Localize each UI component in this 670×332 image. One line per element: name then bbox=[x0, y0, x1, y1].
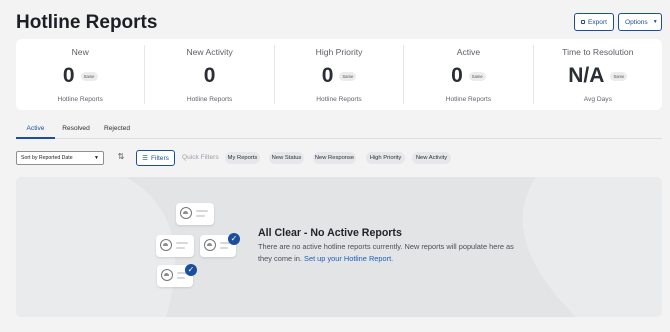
filters-button[interactable]: ☰ Filters bbox=[136, 150, 175, 166]
export-button[interactable]: Export bbox=[574, 13, 614, 31]
filter-icon: ☰ bbox=[142, 155, 148, 162]
stats-panel: New 0 Same Hotline Reports New Activity … bbox=[16, 39, 662, 110]
stat-sub: Hotline Reports bbox=[186, 96, 233, 103]
checkmark-icon: ✓ bbox=[185, 264, 197, 276]
setup-hotline-link[interactable]: Set up your Hotline Report. bbox=[304, 254, 393, 263]
user-avatar-icon bbox=[161, 269, 173, 281]
stat-value: 0 bbox=[321, 64, 334, 87]
sort-select[interactable]: Sort by Reported Date ▼ bbox=[16, 151, 104, 165]
tab-resolved[interactable]: Resolved bbox=[56, 120, 96, 139]
tab-rejected[interactable]: Rejected bbox=[98, 120, 136, 139]
stat-label: Time to Resolution bbox=[562, 47, 634, 57]
stat-time-to-resolution: Time to Resolution N/A Same Avg Days bbox=[534, 45, 662, 104]
empty-state-panel: ✓ ✓ All Clear - No Active Reports There … bbox=[16, 177, 662, 317]
checkmark-icon: ✓ bbox=[228, 233, 240, 245]
stat-sub: Avg Days bbox=[583, 96, 612, 103]
stat-value: 0 bbox=[62, 64, 75, 87]
user-avatar-icon bbox=[204, 239, 216, 251]
user-avatar-icon bbox=[180, 207, 192, 219]
stat-label: High Priority bbox=[315, 47, 363, 57]
page-title: Hotline Reports bbox=[16, 12, 158, 33]
stat-active: Active 0 Same Hotline Reports bbox=[404, 45, 534, 104]
chip-new-activity[interactable]: New Activity bbox=[412, 152, 451, 164]
stat-value: 0 bbox=[451, 64, 463, 87]
empty-state-title: All Clear - No Active Reports bbox=[258, 227, 402, 239]
options-button[interactable]: Options ▼ bbox=[618, 13, 662, 31]
illustration-card bbox=[176, 203, 214, 225]
illustration-card bbox=[156, 235, 194, 257]
stat-sub: Hotline Reports bbox=[445, 96, 492, 103]
export-label: Export bbox=[587, 18, 607, 26]
stat-badge: Same bbox=[80, 71, 98, 81]
stat-label: New Activity bbox=[186, 47, 233, 57]
stat-value: 0 bbox=[203, 64, 216, 87]
sort-direction-icon[interactable]: ⇅ bbox=[116, 152, 126, 164]
stat-value: N/A bbox=[568, 64, 605, 87]
stat-label: Active bbox=[456, 47, 481, 57]
chip-high-priority[interactable]: High Priority bbox=[366, 152, 405, 164]
stat-label: New bbox=[71, 47, 89, 57]
stat-new-activity: New Activity 0 Hotline Reports bbox=[145, 45, 275, 104]
empty-state-description: There are no active hotline reports curr… bbox=[258, 241, 528, 264]
chip-new-status[interactable]: New Status bbox=[269, 152, 304, 164]
sort-select-value: Sort by Reported Date bbox=[21, 155, 73, 161]
chevron-down-icon: ▼ bbox=[652, 19, 658, 25]
stat-sub: Hotline Reports bbox=[316, 96, 362, 103]
filters-label: Filters bbox=[150, 154, 169, 162]
chip-my-reports[interactable]: My Reports bbox=[225, 152, 260, 164]
user-avatar-icon bbox=[160, 239, 172, 251]
tab-active[interactable]: Active bbox=[16, 120, 55, 139]
stat-sub: Hotline Reports bbox=[57, 96, 103, 103]
options-label: Options bbox=[625, 18, 648, 26]
stat-badge: Same bbox=[339, 71, 357, 81]
stat-badge: Same bbox=[610, 71, 628, 81]
stat-new: New 0 Same Hotline Reports bbox=[16, 45, 146, 104]
chevron-down-icon: ▼ bbox=[94, 155, 99, 161]
chip-new-response[interactable]: New Response bbox=[313, 152, 356, 164]
status-tabs: Active Resolved Rejected bbox=[16, 120, 662, 139]
stat-badge: Same bbox=[468, 71, 486, 81]
export-icon bbox=[581, 20, 585, 24]
quick-filters-label: Quick Filters bbox=[182, 154, 219, 161]
stat-high-priority: High Priority 0 Same Hotline Reports bbox=[275, 45, 405, 104]
